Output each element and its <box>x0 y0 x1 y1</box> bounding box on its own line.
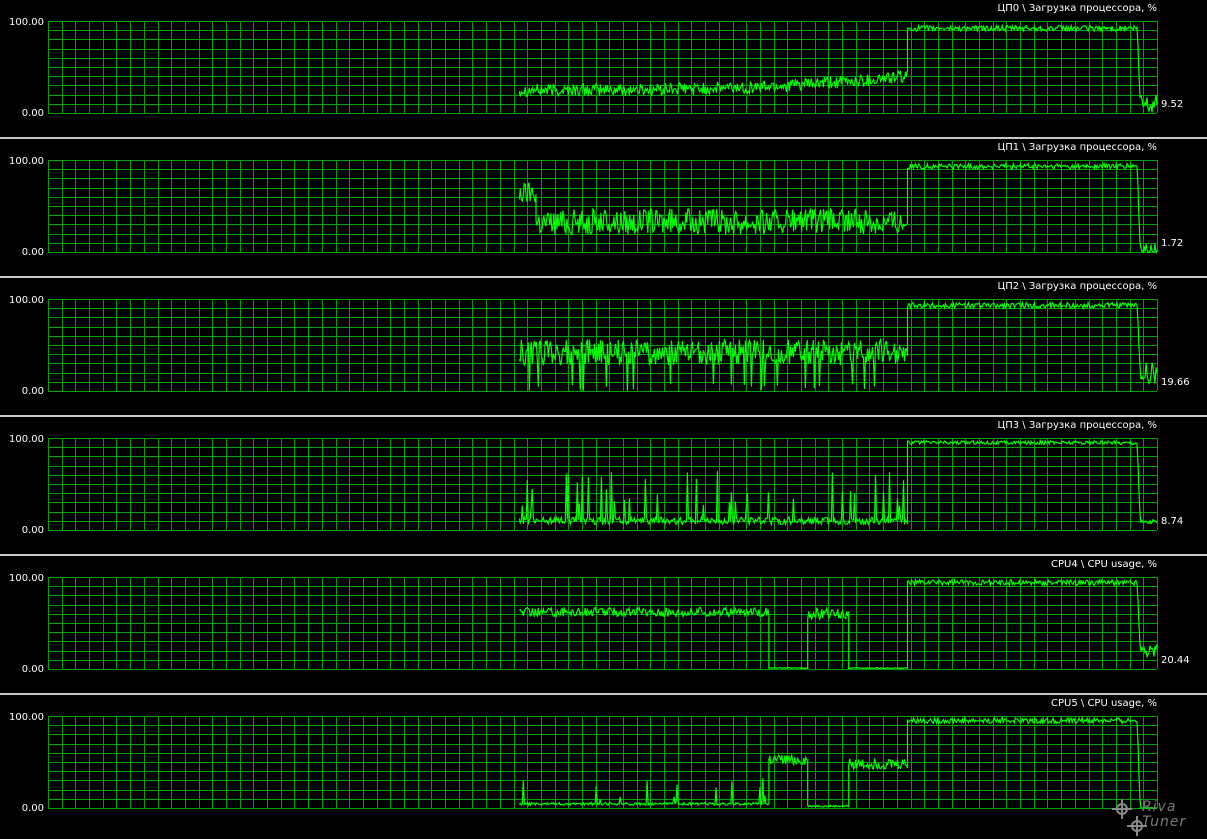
panel-title: CPU4 \ CPU usage, % <box>1051 559 1157 570</box>
cpu-graph-4: CPU4 \ CPU usage, % 100.00 0.00 20.44 <box>9 559 1190 675</box>
y-max-label: 100.00 <box>9 434 44 445</box>
rivatuner-logo-text: Riva Tuner <box>1142 799 1187 830</box>
panel-title: ЦП3 \ Загрузка процессора, % <box>997 420 1157 431</box>
cpu-graph-1: ЦП1 \ Загрузка процессора, % 100.00 0.00 1.… <box>9 142 1183 258</box>
y-max-label: 100.00 <box>9 573 44 584</box>
graph-grid <box>48 21 1158 114</box>
cpu-graph-5: CPU5 \ CPU usage, % 100.00 0.00 <box>9 698 1158 814</box>
y-max-label: 100.00 <box>9 156 44 167</box>
current-value-label: 19.66 <box>1161 377 1190 388</box>
y-max-label: 100.00 <box>9 17 44 28</box>
cpu-graph-2: ЦП2 \ Загрузка процессора, % 100.00 0.00 19… <box>9 281 1190 397</box>
cpu-graph-panel-0: ЦП0 \ Загрузка процессора, % 100.00 0.00 9.… <box>0 0 1207 137</box>
graph-grid <box>48 577 1158 670</box>
cpu-graph-panel-1: ЦП1 \ Загрузка процессора, % 100.00 0.00 1.… <box>0 139 1207 276</box>
current-value-label: 20.44 <box>1161 655 1190 666</box>
y-min-label: 0.00 <box>22 247 44 258</box>
cpu-graph-panel-5: CPU5 \ CPU usage, % 100.00 0.00 <box>0 695 1207 832</box>
cpu-graph-0: ЦП0 \ Загрузка процессора, % 100.00 0.00 9.… <box>9 3 1183 119</box>
y-max-label: 100.00 <box>9 712 44 723</box>
y-min-label: 0.00 <box>22 108 44 119</box>
y-max-label: 100.00 <box>9 295 44 306</box>
current-value-label: 8.74 <box>1161 516 1183 527</box>
panel-title: ЦП0 \ Загрузка процессора, % <box>997 3 1157 14</box>
cpu-graph-panel-3: ЦП3 \ Загрузка процессора, % 100.00 0.00 8.… <box>0 417 1207 554</box>
panel-title: ЦП2 \ Загрузка процессора, % <box>997 281 1157 292</box>
current-value-label: 9.52 <box>1161 99 1183 110</box>
y-min-label: 0.00 <box>22 386 44 397</box>
graph-grid <box>48 716 1158 809</box>
cpu-graph-panel-2: ЦП2 \ Загрузка процессора, % 100.00 0.00 19… <box>0 278 1207 415</box>
y-min-label: 0.00 <box>22 664 44 675</box>
monitoring-window: ЦП0 \ Загрузка процессора, % 100.00 0.00 9.… <box>0 0 1207 839</box>
graph-grid <box>48 160 1158 253</box>
cpu-graph-3: ЦП3 \ Загрузка процессора, % 100.00 0.00 8.… <box>9 420 1183 536</box>
panel-title: CPU5 \ CPU usage, % <box>1051 698 1157 709</box>
y-min-label: 0.00 <box>22 803 44 814</box>
y-min-label: 0.00 <box>22 525 44 536</box>
cpu-graph-panel-4: CPU4 \ CPU usage, % 100.00 0.00 20.44 <box>0 556 1207 693</box>
panel-title: ЦП1 \ Загрузка процессора, % <box>997 142 1157 153</box>
current-value-label: 1.72 <box>1161 238 1183 249</box>
